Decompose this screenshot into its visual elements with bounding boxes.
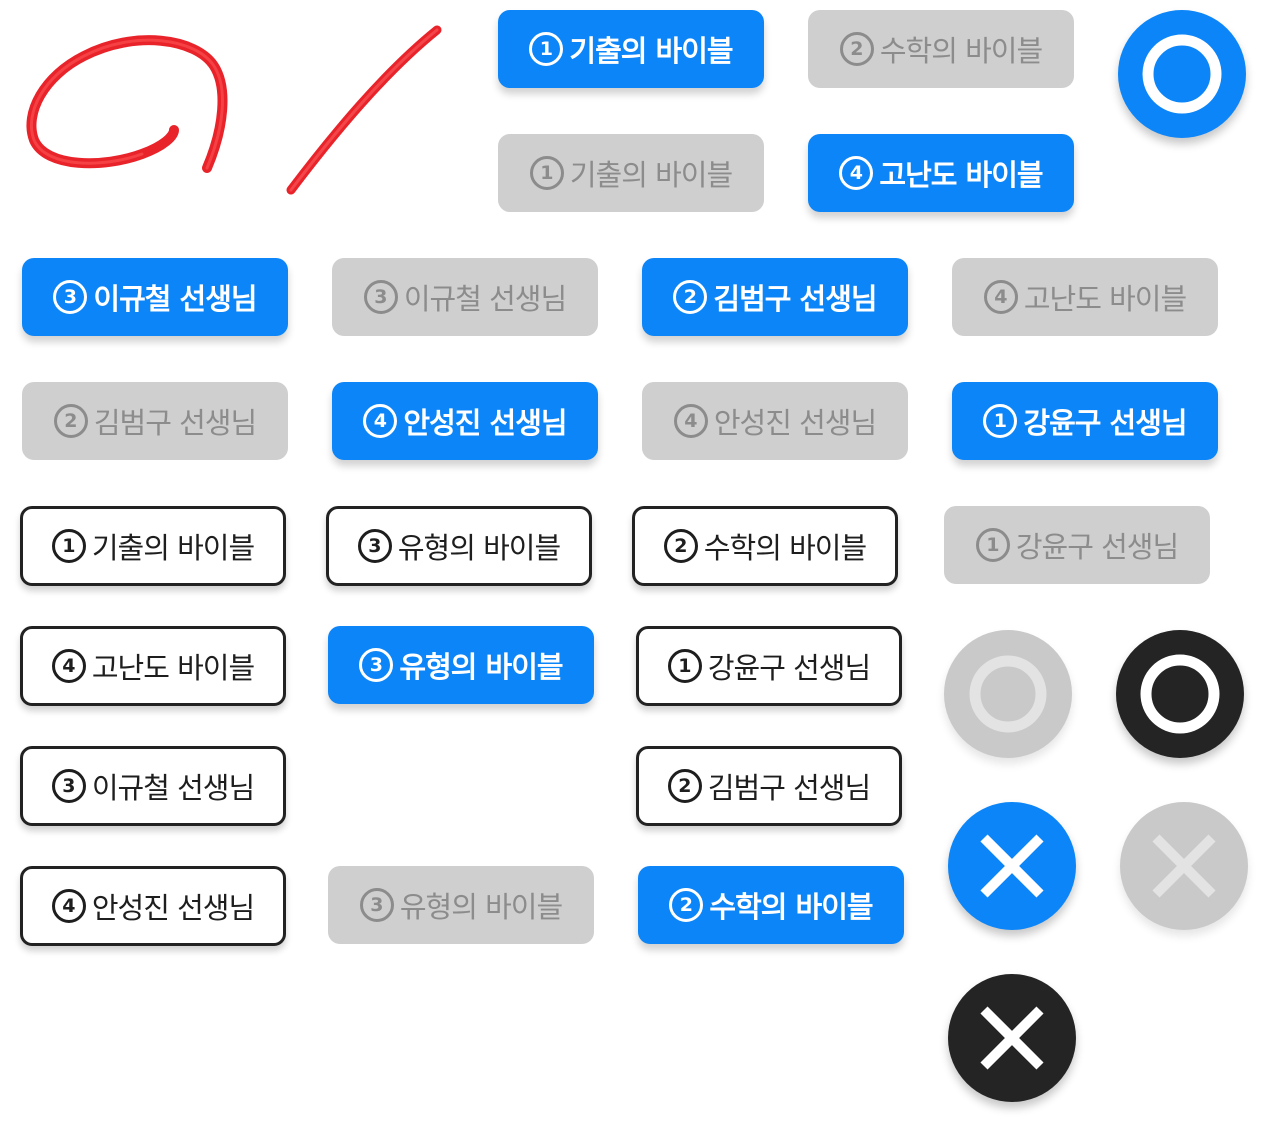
button-label: 고난도 바이블 <box>1023 282 1187 316</box>
x-mark-icon <box>980 1006 1044 1070</box>
number-badge: 2 <box>669 888 704 922</box>
number-badge: 4 <box>363 404 398 438</box>
button-ahn-teacher-active[interactable]: 4 안성진 선생님 <box>332 382 598 460</box>
button-label: 유형의 바이블 <box>399 650 563 684</box>
number-badge: 3 <box>53 280 88 314</box>
number-badge: 1 <box>529 32 564 66</box>
x-button-dark[interactable] <box>948 974 1076 1102</box>
number-badge: 2 <box>839 32 874 66</box>
button-kim-teacher-outline[interactable]: 2 김범구 선생님 <box>636 746 902 826</box>
button-gichul-bible-active[interactable]: 1 기출의 바이블 <box>498 10 764 88</box>
number-badge: 3 <box>51 769 86 803</box>
red-marker-slash-icon <box>286 25 442 195</box>
red-marker-circle-icon <box>26 35 228 173</box>
button-gonando-bible-inactive[interactable]: 4 고난도 바이블 <box>952 258 1218 336</box>
number-badge: 4 <box>51 889 86 923</box>
x-button-blue[interactable] <box>948 802 1076 930</box>
number-badge: 3 <box>357 529 392 563</box>
button-label: 유형의 바이블 <box>399 890 563 924</box>
number-badge: 4 <box>839 156 874 190</box>
number-badge: 1 <box>51 529 86 563</box>
button-ahn-teacher-inactive[interactable]: 4 안성진 선생님 <box>642 382 908 460</box>
button-gonando-bible-active[interactable]: 4 고난도 바이블 <box>808 134 1074 212</box>
circle-o-icon <box>1140 654 1220 734</box>
o-button-blue[interactable] <box>1118 10 1246 138</box>
button-label: 고난도 바이블 <box>91 651 255 685</box>
number-badge: 1 <box>529 156 564 190</box>
button-label: 유형의 바이블 <box>397 531 561 565</box>
number-badge: 4 <box>983 280 1018 314</box>
button-label: 김범구 선생님 <box>707 771 871 805</box>
o-button-gray[interactable] <box>944 630 1072 758</box>
x-mark-icon <box>980 834 1044 898</box>
button-gichul-bible-inactive[interactable]: 1 기출의 바이블 <box>498 134 764 212</box>
circle-o-icon <box>1142 34 1222 114</box>
number-badge: 2 <box>53 404 88 438</box>
number-badge: 1 <box>975 528 1010 562</box>
button-lee-teacher-active[interactable]: 3 이규철 선생님 <box>22 258 288 336</box>
number-badge: 1 <box>667 649 702 683</box>
circle-o-icon <box>969 655 1047 733</box>
number-badge: 2 <box>663 529 698 563</box>
button-label: 수학의 바이블 <box>879 34 1043 68</box>
button-label: 강윤구 선생님 <box>707 651 871 685</box>
x-button-gray[interactable] <box>1120 802 1248 930</box>
button-gonando-bible-outline[interactable]: 4 고난도 바이블 <box>20 626 286 706</box>
number-badge: 3 <box>359 648 394 682</box>
button-suhak-bible-inactive[interactable]: 2 수학의 바이블 <box>808 10 1074 88</box>
button-suhak-bible-outline[interactable]: 2 수학의 바이블 <box>632 506 898 586</box>
button-kim-teacher-active[interactable]: 2 김범구 선생님 <box>642 258 908 336</box>
button-label: 기출의 바이블 <box>569 158 733 192</box>
button-lee-teacher-inactive[interactable]: 3 이규철 선생님 <box>332 258 598 336</box>
button-label: 안성진 선생님 <box>713 406 877 440</box>
button-kang-teacher-active[interactable]: 1 강윤구 선생님 <box>952 382 1218 460</box>
number-badge: 2 <box>667 769 702 803</box>
number-badge: 2 <box>673 280 708 314</box>
button-label: 이규철 선생님 <box>403 282 567 316</box>
number-badge: 4 <box>673 404 708 438</box>
button-yuhyung-bible-inactive[interactable]: 3 유형의 바이블 <box>328 866 594 944</box>
button-label: 이규철 선생님 <box>93 282 257 316</box>
button-yuhyung-bible-outline[interactable]: 3 유형의 바이블 <box>326 506 592 586</box>
button-label: 수학의 바이블 <box>703 531 867 565</box>
button-label: 안성진 선생님 <box>91 891 255 925</box>
button-label: 기출의 바이블 <box>569 34 733 68</box>
button-kim-teacher-inactive[interactable]: 2 김범구 선생님 <box>22 382 288 460</box>
button-label: 안성진 선생님 <box>403 406 567 440</box>
button-suhak-bible-active[interactable]: 2 수학의 바이블 <box>638 866 904 944</box>
button-kang-teacher-inactive[interactable]: 1 강윤구 선생님 <box>944 506 1210 584</box>
button-gichul-bible-outline[interactable]: 1 기출의 바이블 <box>20 506 286 586</box>
o-button-dark[interactable] <box>1116 630 1244 758</box>
button-label: 고난도 바이블 <box>879 158 1043 192</box>
button-label: 이규철 선생님 <box>91 771 255 805</box>
button-label: 김범구 선생님 <box>93 406 257 440</box>
button-ahn-teacher-outline[interactable]: 4 안성진 선생님 <box>20 866 286 946</box>
number-badge: 1 <box>983 404 1018 438</box>
number-badge: 3 <box>359 888 394 922</box>
button-label: 김범구 선생님 <box>713 282 877 316</box>
button-label: 강윤구 선생님 <box>1023 406 1187 440</box>
button-yuhyung-bible-active[interactable]: 3 유형의 바이블 <box>328 626 594 704</box>
button-lee-teacher-outline[interactable]: 3 이규철 선생님 <box>20 746 286 826</box>
button-label: 기출의 바이블 <box>91 531 255 565</box>
button-kang-teacher-outline[interactable]: 1 강윤구 선생님 <box>636 626 902 706</box>
button-label: 수학의 바이블 <box>709 890 873 924</box>
number-badge: 3 <box>363 280 398 314</box>
x-mark-icon <box>1152 834 1216 898</box>
number-badge: 4 <box>51 649 86 683</box>
button-label: 강윤구 선생님 <box>1015 530 1179 564</box>
